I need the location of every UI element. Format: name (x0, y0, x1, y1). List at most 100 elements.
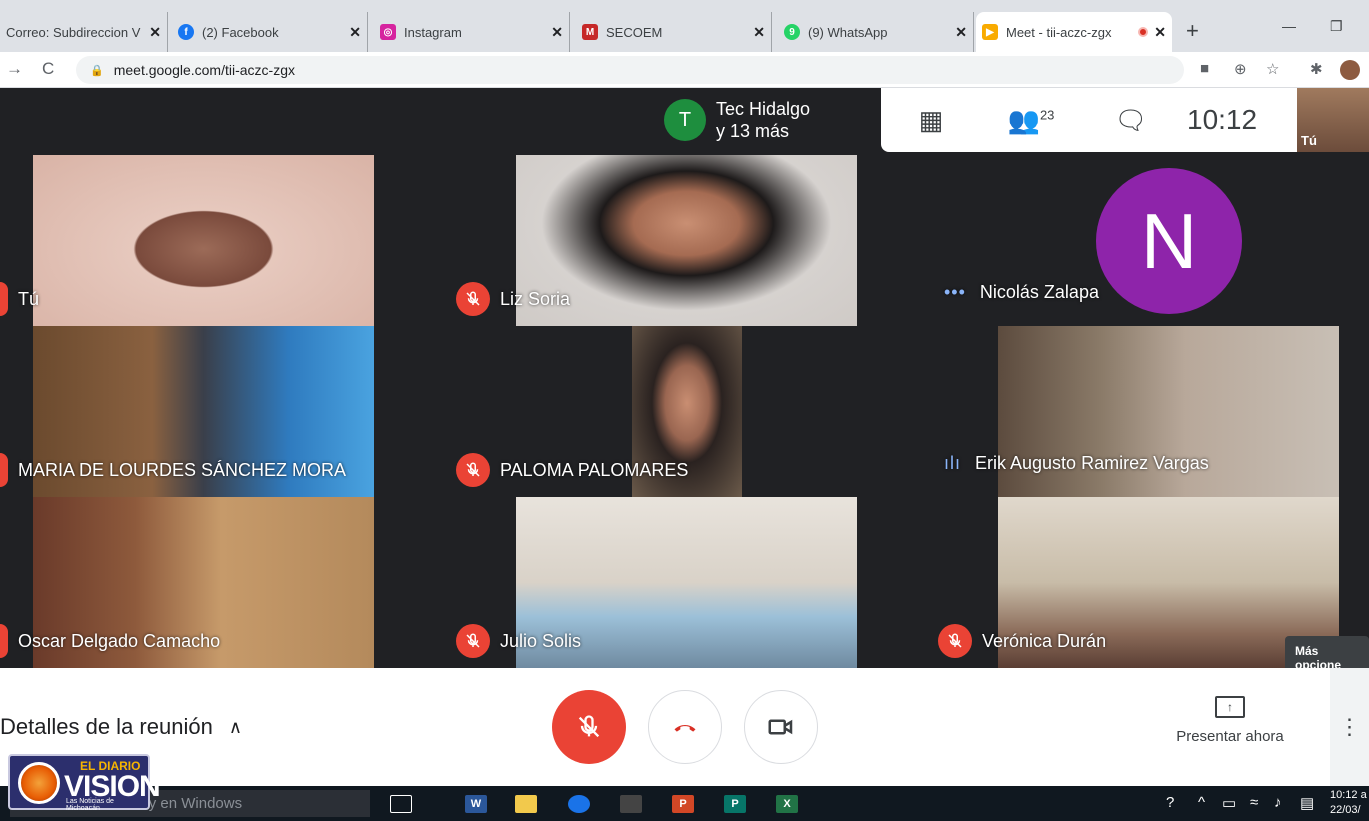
participant-label: Tú (0, 282, 39, 316)
meeting-toolbar: ▦ 👥23 🗨 10:12 (881, 88, 1297, 152)
mic-off-icon (456, 624, 490, 658)
participant-name: PALOMA PALOMARES (500, 459, 689, 480)
chevron-up-icon: ∧ (228, 716, 242, 737)
recording-icon (1138, 27, 1149, 37)
tab-label: SECOEM (606, 24, 663, 40)
participant-name: Nicolás Zalapa (979, 282, 1099, 302)
more-options-icon[interactable]: ⋮ (1330, 668, 1369, 786)
forward-icon[interactable]: → (6, 59, 23, 79)
url-text: meet.google.com/tii-aczc-zgx (113, 62, 295, 78)
participant-label: Oscar Delgado Camacho (0, 624, 220, 658)
participant-avatar: N (1096, 168, 1242, 314)
participant-count: 23 (1039, 106, 1055, 122)
tab-label: (2) Facebook (202, 24, 279, 40)
tab-instagram[interactable]: ◎ Instagram ✕ (374, 12, 570, 52)
star-icon[interactable]: ☆ (1266, 60, 1279, 78)
close-icon[interactable]: ✕ (551, 24, 563, 41)
network-icon[interactable]: ▭ (1222, 794, 1236, 812)
meeting-clock: 10:12 (1187, 104, 1258, 135)
tab-whatsapp[interactable]: 9 (9) WhatsApp ✕ (778, 12, 974, 52)
file-explorer-icon[interactable] (515, 795, 537, 813)
tab-secoem[interactable]: M SECOEM ✕ (576, 12, 772, 52)
secoem-icon: M (582, 24, 598, 40)
tab-label: Instagram (404, 24, 462, 40)
mic-toggle-button[interactable] (552, 690, 626, 764)
zoom-icon[interactable]: ⊕ (1234, 60, 1247, 78)
camera-indicator-icon[interactable]: ■ (1200, 60, 1209, 77)
minimize-icon[interactable]: — (1282, 18, 1296, 34)
restore-icon[interactable]: ❐ (1330, 18, 1343, 35)
volume-icon[interactable]: ♪ (1274, 794, 1282, 811)
windows-taskbar: Buscar en Internet y en Windows W P P X … (0, 786, 1369, 821)
participant-label: PALOMA PALOMARES (456, 453, 688, 487)
tab-facebook[interactable]: f (2) Facebook ✕ (172, 12, 368, 52)
present-label: Presentar ahora (1176, 728, 1284, 745)
mic-off-icon (0, 453, 8, 487)
store-icon[interactable] (620, 795, 642, 813)
participant-name: Liz Soria (500, 288, 571, 309)
publisher-icon[interactable]: P (724, 795, 746, 813)
grid-layout-icon[interactable]: ▦ (881, 105, 981, 136)
hang-up-icon (674, 724, 696, 732)
profile-avatar[interactable] (1340, 60, 1360, 80)
participant-label: Julio Solis (456, 624, 581, 658)
chrome-icon[interactable] (568, 795, 590, 813)
tab-meet[interactable]: ▶ Meet - tii-aczc-zgx ✕ (976, 12, 1172, 52)
host-others: y 13 más (716, 121, 790, 141)
close-icon[interactable]: ✕ (349, 24, 361, 41)
speaking-icon: ılı (944, 453, 962, 473)
mic-off-icon (456, 453, 490, 487)
notifications-icon[interactable]: ▤ (1300, 794, 1314, 812)
help-icon[interactable]: ? (1166, 794, 1174, 811)
host-avatar: T (664, 99, 706, 141)
extensions-icon[interactable]: ✱ (1310, 60, 1323, 78)
reload-icon[interactable]: C (42, 59, 54, 79)
powerpoint-icon[interactable]: P (672, 795, 694, 813)
mic-off-icon (0, 624, 8, 658)
people-icon: 👥 (1007, 104, 1040, 135)
new-tab-button[interactable]: + (1186, 18, 1199, 44)
people-button[interactable]: 👥23 (981, 105, 1081, 136)
mic-off-icon (938, 624, 972, 658)
meet-icon: ▶ (982, 24, 998, 40)
system-time: 10:12 a (1330, 789, 1367, 801)
word-icon[interactable]: W (465, 795, 487, 813)
mic-off-icon (0, 282, 8, 316)
participant-name: Verónica Durán (982, 630, 1107, 651)
present-now-button[interactable]: ↑ Presentar ahora (1160, 696, 1300, 745)
chevron-up-icon[interactable]: ^ (1198, 794, 1205, 811)
facebook-icon: f (178, 24, 194, 40)
tab-label: (9) WhatsApp (808, 24, 888, 40)
self-view-thumbnail[interactable]: Tú (1297, 88, 1369, 152)
participant-label: ılı Erik Augusto Ramirez Vargas (944, 453, 1209, 474)
close-icon[interactable]: ✕ (753, 24, 765, 41)
system-clock[interactable]: 10:12 a 22/03/ (1330, 788, 1367, 818)
logo-tagline: Las Noticias de Michoacán (66, 798, 114, 812)
url-field[interactable]: 🔒 meet.google.com/tii-aczc-zgx (76, 56, 1184, 84)
tab-correo[interactable]: Correo: Subdireccion V ✕ (0, 12, 168, 52)
host-indicator[interactable]: T Tec Hidalgo y 13 más (652, 88, 882, 152)
close-icon[interactable]: ✕ (149, 24, 161, 41)
close-icon[interactable]: ✕ (955, 24, 967, 41)
participant-label: MARIA DE LOURDES SÁNCHEZ MORA (0, 453, 346, 487)
task-view-icon[interactable] (390, 795, 412, 813)
video-camera-icon (768, 719, 793, 735)
address-bar: → C 🔒 meet.google.com/tii-aczc-zgx ■ ⊕ ☆… (0, 52, 1369, 88)
chat-icon[interactable]: 🗨 (1081, 105, 1181, 136)
participant-label: ••• Nicolás Zalapa (944, 282, 1099, 303)
whatsapp-icon: 9 (784, 24, 800, 40)
leave-call-button[interactable] (648, 690, 722, 764)
participant-name: Tú (18, 288, 40, 309)
instagram-icon: ◎ (380, 24, 396, 40)
mic-off-icon (456, 282, 490, 316)
meeting-details-button[interactable]: Detalles de la reunión ∧ (0, 714, 242, 740)
logo-emblem (18, 762, 60, 804)
el-diario-vision-logo: EL DIARIO VISION Las Noticias de Michoac… (8, 754, 161, 812)
excel-icon[interactable]: X (776, 795, 798, 813)
close-icon[interactable]: ✕ (1154, 24, 1166, 41)
host-name: Tec Hidalgo (716, 99, 811, 119)
video-tile[interactable] (33, 155, 374, 326)
meeting-controls: Detalles de la reunión ∧ ↑ Presentar aho… (0, 668, 1369, 786)
wifi-icon[interactable]: ≈ (1250, 794, 1258, 811)
camera-toggle-button[interactable] (744, 690, 818, 764)
